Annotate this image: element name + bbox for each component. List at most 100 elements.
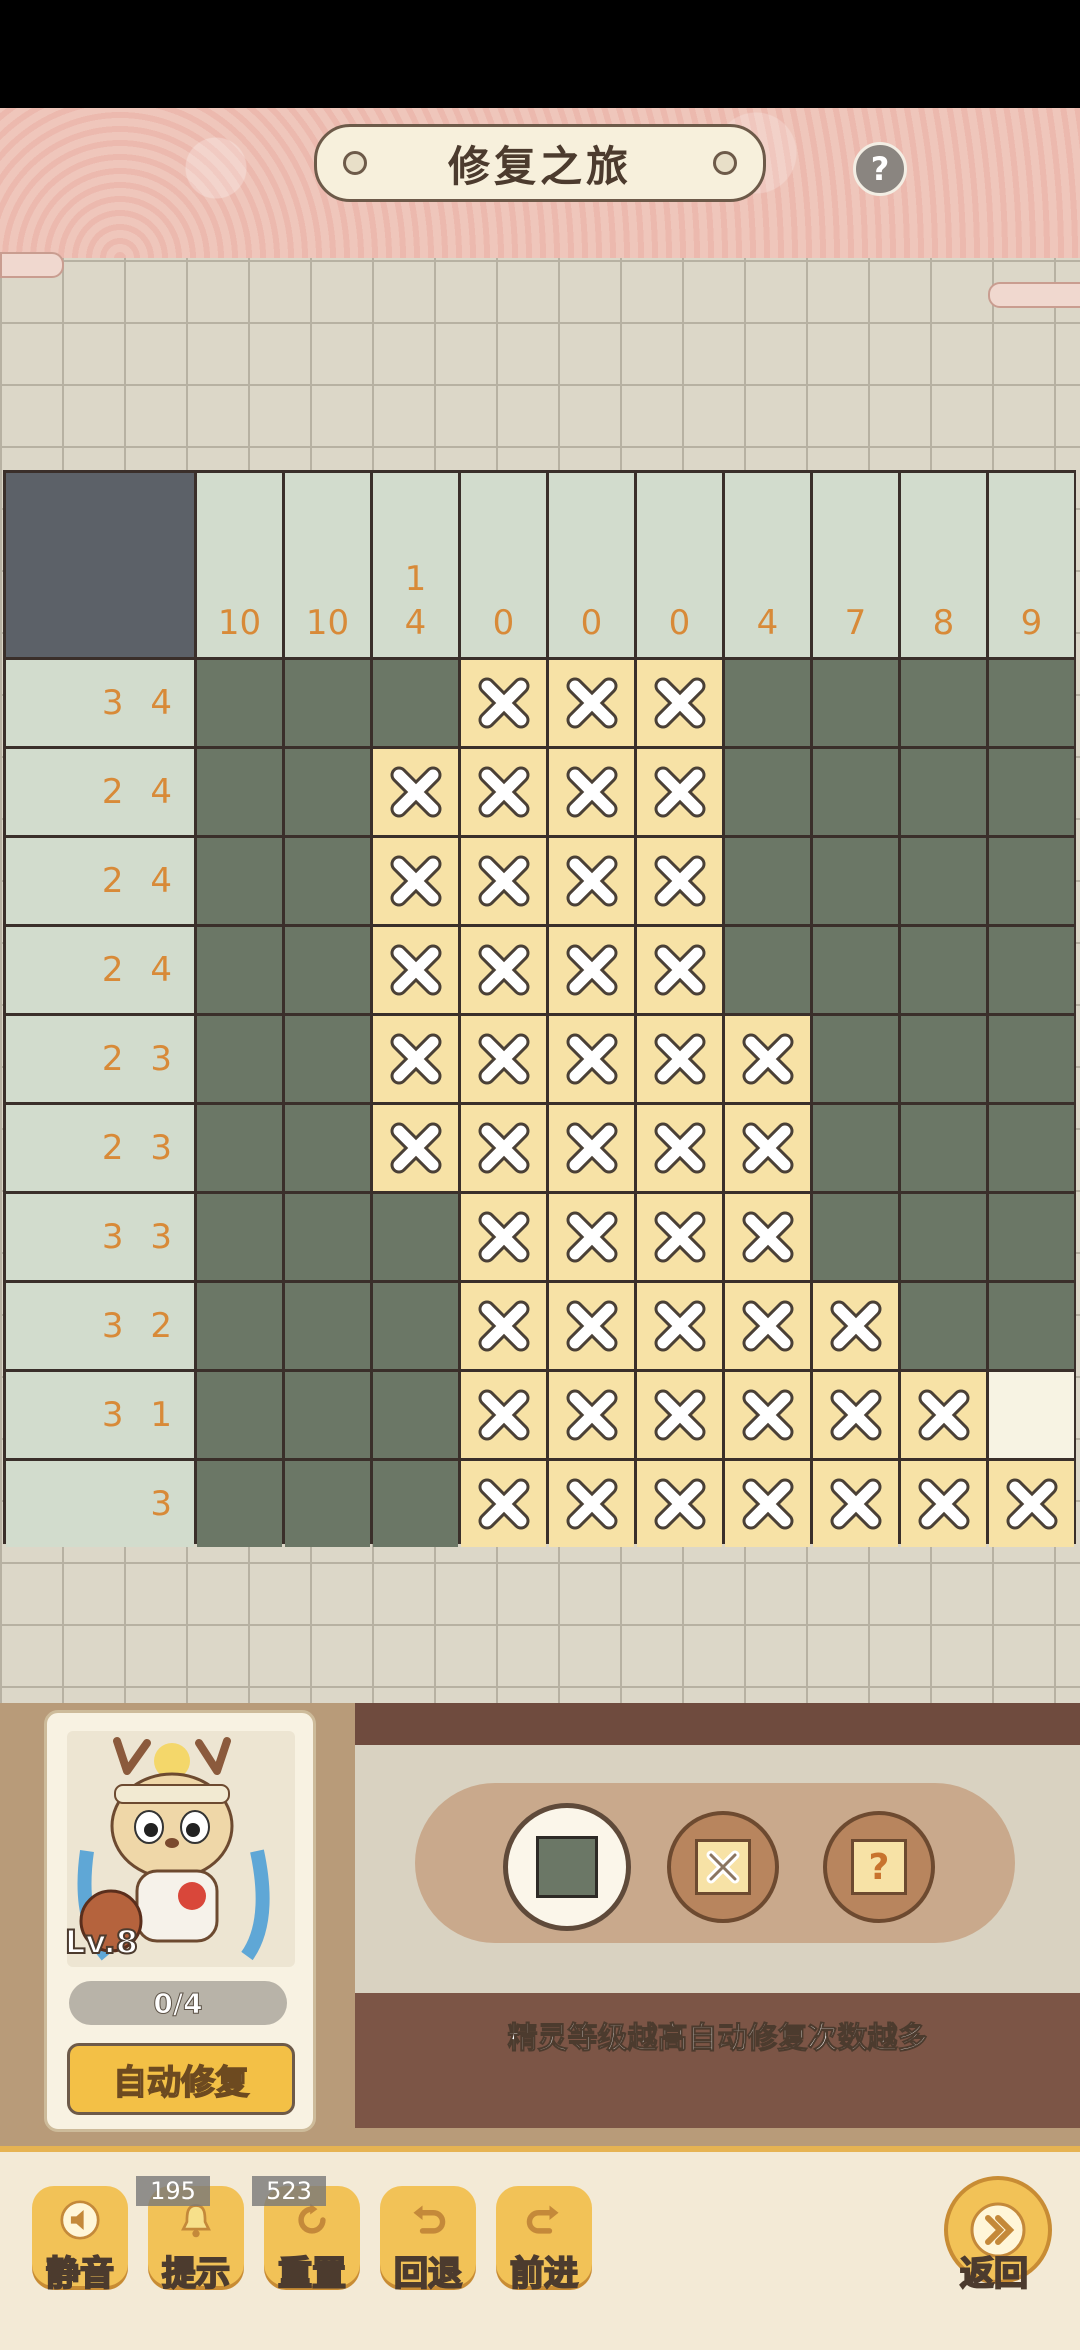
crossed-cell[interactable] (637, 927, 722, 1013)
crossed-cell[interactable] (549, 749, 634, 835)
filled-cell[interactable] (725, 838, 810, 924)
auto-repair-button[interactable]: 自动修复 (67, 2043, 295, 2115)
filled-cell[interactable] (813, 749, 898, 835)
filled-cell[interactable] (197, 838, 282, 924)
filled-cell[interactable] (285, 838, 370, 924)
filled-cell[interactable] (197, 1105, 282, 1191)
filled-cell[interactable] (197, 1194, 282, 1280)
crossed-cell[interactable] (461, 1372, 546, 1458)
filled-cell[interactable] (989, 1016, 1074, 1102)
filled-cell[interactable] (901, 838, 986, 924)
crossed-cell[interactable] (461, 838, 546, 924)
filled-cell[interactable] (197, 1461, 282, 1547)
filled-cell[interactable] (901, 749, 986, 835)
filled-cell[interactable] (901, 1283, 986, 1369)
filled-cell[interactable] (373, 1194, 458, 1280)
crossed-cell[interactable] (373, 1016, 458, 1102)
empty-cell[interactable] (989, 1372, 1074, 1458)
filled-cell[interactable] (197, 660, 282, 746)
crossed-cell[interactable] (373, 927, 458, 1013)
crossed-cell[interactable] (549, 1016, 634, 1102)
filled-cell[interactable] (197, 749, 282, 835)
crossed-cell[interactable] (549, 1461, 634, 1547)
filled-cell[interactable] (813, 1016, 898, 1102)
crossed-cell[interactable] (549, 1372, 634, 1458)
filled-cell[interactable] (989, 749, 1074, 835)
crossed-cell[interactable] (637, 1016, 722, 1102)
crossed-cell[interactable] (461, 749, 546, 835)
crossed-cell[interactable] (461, 660, 546, 746)
cross-tool-button[interactable] (667, 1811, 779, 1923)
crossed-cell[interactable] (549, 660, 634, 746)
filled-cell[interactable] (373, 1372, 458, 1458)
crossed-cell[interactable] (637, 1105, 722, 1191)
crossed-cell[interactable] (989, 1461, 1074, 1547)
crossed-cell[interactable] (813, 1372, 898, 1458)
filled-cell[interactable] (285, 1283, 370, 1369)
filled-cell[interactable] (285, 927, 370, 1013)
crossed-cell[interactable] (901, 1461, 986, 1547)
crossed-cell[interactable] (461, 927, 546, 1013)
filled-cell[interactable] (989, 1105, 1074, 1191)
crossed-cell[interactable] (725, 1016, 810, 1102)
crossed-cell[interactable] (461, 1105, 546, 1191)
crossed-cell[interactable] (637, 749, 722, 835)
help-button[interactable]: ? (853, 142, 907, 196)
filled-cell[interactable] (901, 1194, 986, 1280)
crossed-cell[interactable] (637, 1283, 722, 1369)
filled-cell[interactable] (813, 1105, 898, 1191)
filled-cell[interactable] (989, 927, 1074, 1013)
filled-cell[interactable] (285, 1194, 370, 1280)
filled-cell[interactable] (373, 1461, 458, 1547)
crossed-cell[interactable] (549, 1283, 634, 1369)
filled-cell[interactable] (901, 1105, 986, 1191)
crossed-cell[interactable] (549, 1194, 634, 1280)
crossed-cell[interactable] (637, 1372, 722, 1458)
crossed-cell[interactable] (549, 927, 634, 1013)
filled-cell[interactable] (197, 927, 282, 1013)
filled-cell[interactable] (373, 1283, 458, 1369)
filled-cell[interactable] (989, 660, 1074, 746)
crossed-cell[interactable] (461, 1461, 546, 1547)
crossed-cell[interactable] (637, 1461, 722, 1547)
filled-cell[interactable] (197, 1016, 282, 1102)
fill-tool-button[interactable] (503, 1803, 631, 1931)
crossed-cell[interactable] (725, 1105, 810, 1191)
unknown-tool-button[interactable]: ? (823, 1811, 935, 1923)
crossed-cell[interactable] (461, 1016, 546, 1102)
filled-cell[interactable] (989, 1194, 1074, 1280)
filled-cell[interactable] (373, 660, 458, 746)
filled-cell[interactable] (285, 749, 370, 835)
crossed-cell[interactable] (901, 1372, 986, 1458)
crossed-cell[interactable] (725, 1283, 810, 1369)
crossed-cell[interactable] (725, 1194, 810, 1280)
crossed-cell[interactable] (725, 1372, 810, 1458)
crossed-cell[interactable] (373, 838, 458, 924)
filled-cell[interactable] (285, 1461, 370, 1547)
crossed-cell[interactable] (725, 1461, 810, 1547)
crossed-cell[interactable] (813, 1283, 898, 1369)
crossed-cell[interactable] (461, 1283, 546, 1369)
filled-cell[interactable] (725, 660, 810, 746)
crossed-cell[interactable] (461, 1194, 546, 1280)
filled-cell[interactable] (989, 1283, 1074, 1369)
filled-cell[interactable] (901, 660, 986, 746)
filled-cell[interactable] (285, 1016, 370, 1102)
filled-cell[interactable] (813, 927, 898, 1013)
filled-cell[interactable] (813, 1194, 898, 1280)
crossed-cell[interactable] (373, 1105, 458, 1191)
filled-cell[interactable] (813, 660, 898, 746)
filled-cell[interactable] (197, 1372, 282, 1458)
filled-cell[interactable] (285, 1105, 370, 1191)
crossed-cell[interactable] (549, 1105, 634, 1191)
crossed-cell[interactable] (373, 749, 458, 835)
crossed-cell[interactable] (549, 838, 634, 924)
filled-cell[interactable] (725, 749, 810, 835)
filled-cell[interactable] (813, 838, 898, 924)
filled-cell[interactable] (989, 838, 1074, 924)
filled-cell[interactable] (285, 1372, 370, 1458)
filled-cell[interactable] (725, 927, 810, 1013)
filled-cell[interactable] (901, 1016, 986, 1102)
crossed-cell[interactable] (637, 1194, 722, 1280)
crossed-cell[interactable] (637, 838, 722, 924)
